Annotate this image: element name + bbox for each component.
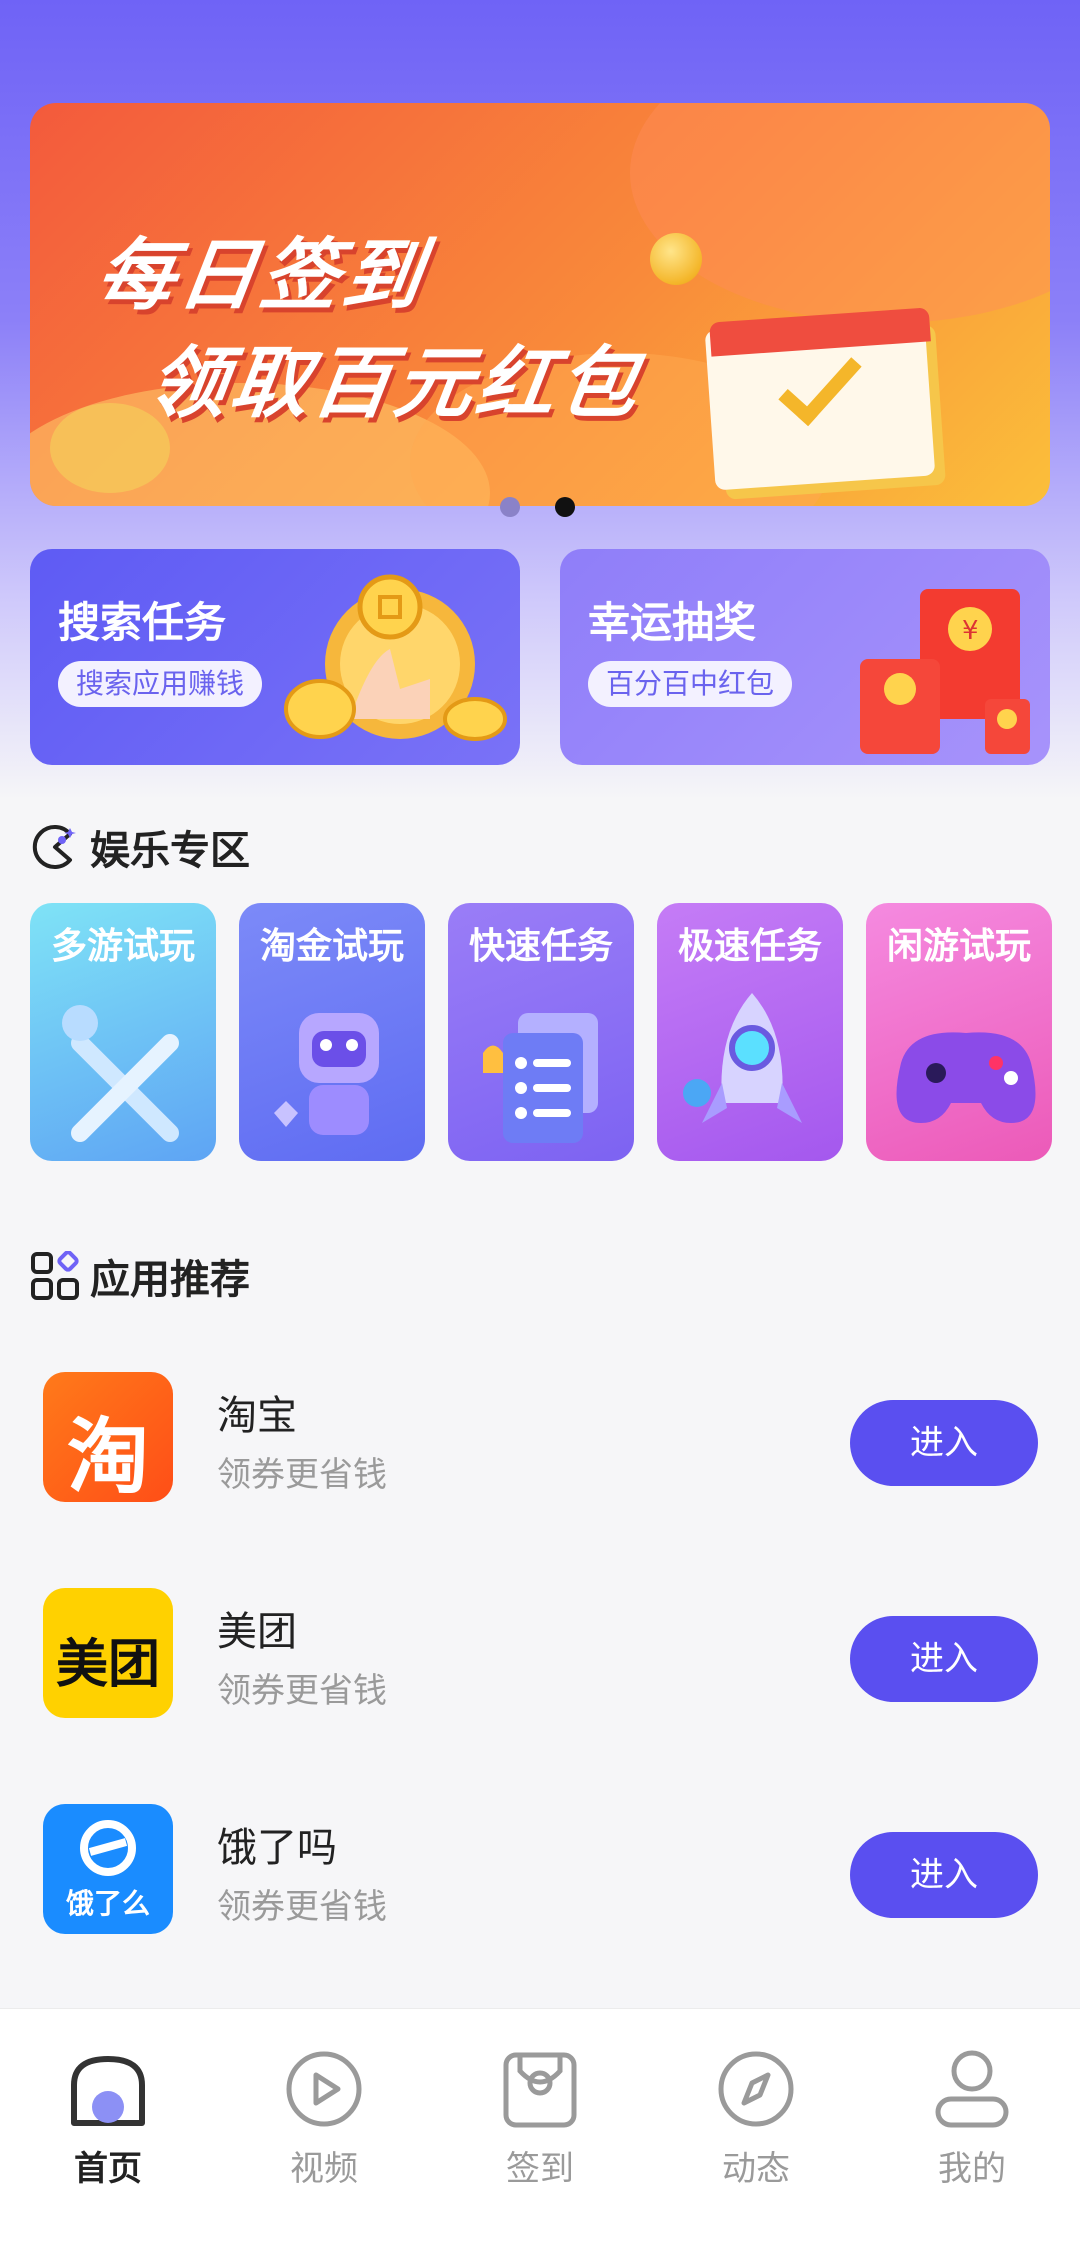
apps-header: 应用推荐 (30, 1248, 250, 1304)
section-title: 应用推荐 (90, 1257, 250, 1303)
card-title: 幸运抽奖 (588, 598, 757, 647)
app-description: 领券更省钱 (217, 1671, 387, 1711)
tile-label: 极速任务 (677, 926, 822, 967)
red-envelope-icon: ¥ (860, 589, 1030, 754)
gamepad-icon (896, 1032, 1036, 1123)
list-item-eleme[interactable]: 饿了么 饿了吗 领券更省钱 进入 (30, 1787, 1050, 1937)
logo-text: 饿了么 (65, 1887, 150, 1920)
enter-button[interactable]: 进入 (850, 1832, 1038, 1918)
banner-pagination (500, 497, 580, 517)
tab-label: 我的 (938, 2149, 1006, 2189)
tab-label: 视频 (290, 2149, 358, 2189)
list-item-meituan[interactable]: 美团 美团 领券更省钱 进入 (30, 1571, 1050, 1721)
app-name: 淘宝 (217, 1393, 297, 1439)
pagination-dot (500, 497, 520, 517)
tile-label: 快速任务 (468, 926, 613, 967)
tile-label: 淘金试玩 (259, 926, 404, 967)
tile-multi-game[interactable]: 多游试玩 (30, 903, 216, 1161)
logo-text: 淘 (66, 1410, 149, 1502)
banner-title: 每日签到 (90, 231, 432, 321)
crossed-swords-icon (62, 1005, 179, 1142)
tab-label: 签到 (506, 2149, 574, 2189)
home-icon (71, 2056, 145, 2126)
tab-feed[interactable]: 动态 (648, 2049, 864, 2199)
app-description: 领券更省钱 (217, 1455, 387, 1495)
enter-button[interactable]: 进入 (850, 1400, 1038, 1486)
task-list-icon (483, 1013, 598, 1143)
tile-label: 多游试玩 (50, 926, 195, 967)
taobao-logo-icon: 淘 (43, 1372, 173, 1502)
coin-icon (650, 233, 702, 285)
calendar-icon (704, 293, 970, 491)
bottom-tab-bar: 首页 视频 签到 动态 我的 (0, 2008, 1080, 2248)
checkin-bag-icon (503, 2052, 577, 2128)
tile-fast-task[interactable]: 快速任务 (448, 903, 634, 1161)
pacman-icon (32, 825, 76, 869)
promo-banner[interactable]: 每日签到 领取百元红包 (30, 103, 1050, 506)
logo-text: 美团 (55, 1635, 160, 1695)
lucky-draw-card[interactable]: 幸运抽奖 百分百中红包 ¥ (560, 549, 1050, 765)
tab-profile[interactable]: 我的 (864, 2049, 1080, 2199)
coin-hand-icon (284, 574, 507, 741)
tile-idle-game[interactable]: 闲游试玩 (866, 903, 1052, 1161)
eleme-logo-icon: 饿了么 (43, 1804, 173, 1934)
card-pill: 百分百中红包 (588, 661, 793, 707)
search-task-card[interactable]: 搜索任务 搜索应用赚钱 (30, 549, 520, 765)
card-pill: 搜索应用赚钱 (58, 661, 263, 707)
tab-label: 首页 (74, 2149, 142, 2189)
robot-mascot-icon (274, 1013, 379, 1135)
app-description: 领券更省钱 (217, 1887, 387, 1927)
card-title: 搜索任务 (58, 598, 227, 647)
app-name: 饿了吗 (217, 1825, 337, 1871)
list-item-taobao[interactable]: 淘 淘宝 领券更省钱 进入 (30, 1355, 1050, 1505)
enter-button[interactable]: 进入 (850, 1616, 1038, 1702)
tile-gold-game[interactable]: 淘金试玩 (239, 903, 425, 1161)
profile-icon (935, 2050, 1009, 2128)
tab-home[interactable]: 首页 (0, 2049, 216, 2199)
entertainment-header: 娱乐专区 (30, 819, 250, 875)
play-icon (286, 2051, 362, 2127)
tile-label: 闲游试玩 (886, 926, 1031, 967)
svg-text:¥: ¥ (962, 616, 979, 646)
meituan-logo-icon: 美团 (43, 1588, 173, 1718)
pagination-dot-active (555, 497, 575, 517)
tab-video[interactable]: 视频 (216, 2049, 432, 2199)
banner-decor (630, 103, 1050, 323)
app-name: 美团 (217, 1609, 297, 1655)
grid-apps-icon (31, 1251, 79, 1300)
tab-label: 动态 (722, 2149, 790, 2189)
banner-subtitle: 领取百元红包 (142, 339, 648, 429)
rocket-icon (683, 993, 802, 1123)
tile-speed-task[interactable]: 极速任务 (657, 903, 843, 1161)
eleme-e-icon (80, 1820, 136, 1876)
tab-checkin[interactable]: 签到 (432, 2049, 648, 2199)
compass-icon (718, 2051, 794, 2127)
section-title: 娱乐专区 (90, 828, 250, 874)
